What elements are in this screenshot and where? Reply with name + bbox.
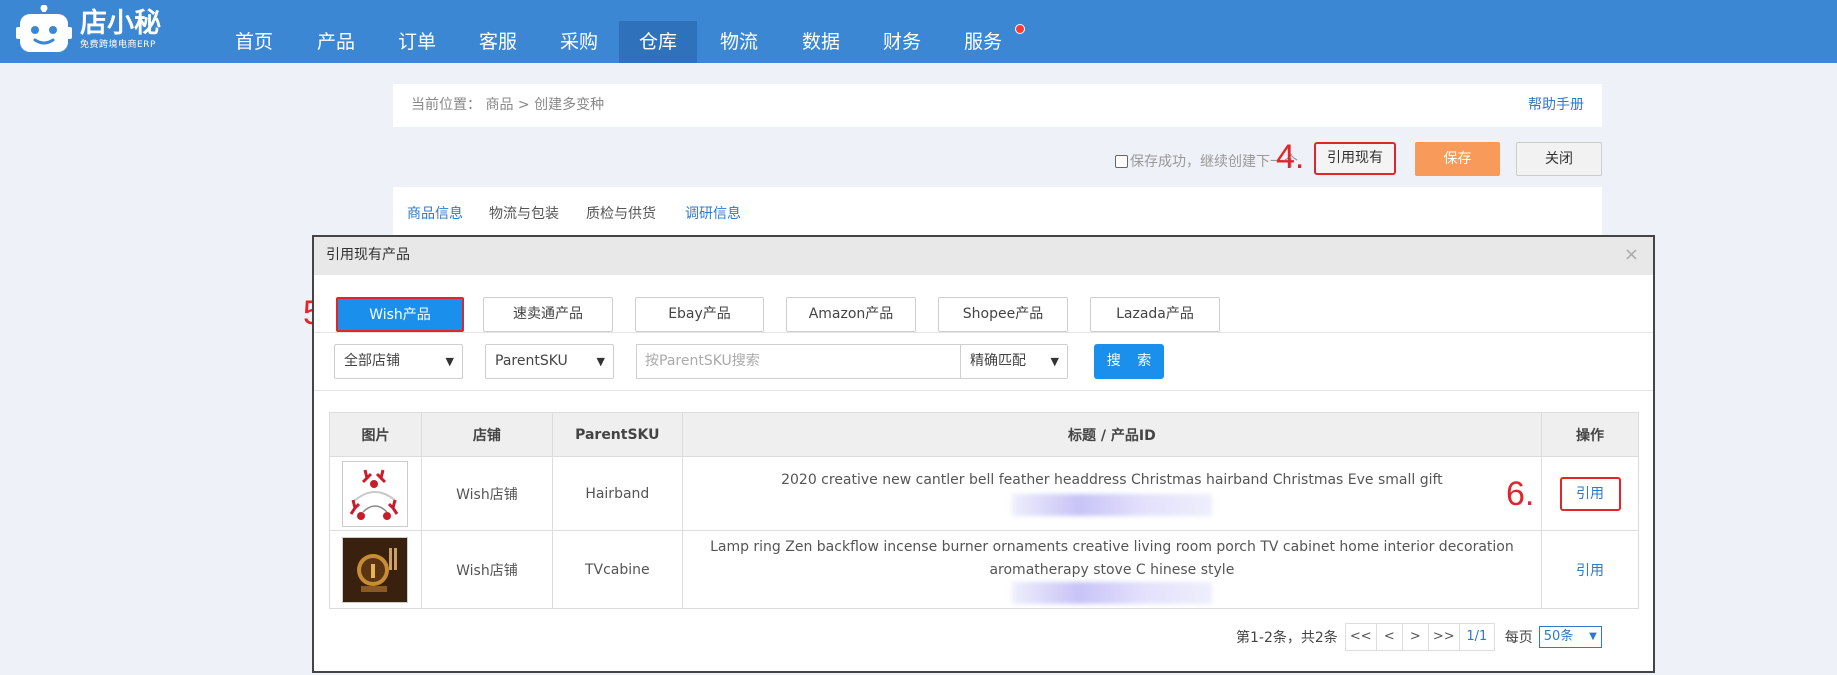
breadcrumb: 当前位置： 商品 > 创建多变种 帮助手册 — [393, 84, 1602, 127]
platform-tab-ebay[interactable]: Ebay产品 — [635, 297, 764, 332]
nav-data[interactable]: 数据 — [781, 21, 861, 63]
nav-logistics[interactable]: 物流 — [697, 21, 781, 63]
match-select[interactable]: 精确匹配 ▼ — [960, 344, 1068, 379]
redacted-product-id — [1011, 581, 1212, 604]
nav-purchasing[interactable]: 采购 — [539, 21, 619, 63]
tab-research-info[interactable]: 调研信息 — [685, 203, 741, 223]
search-input[interactable]: 按ParentSKU搜索 — [636, 344, 961, 379]
col-header-image: 图片 — [329, 412, 422, 457]
product-thumbnail-cell — [329, 456, 422, 531]
first-page-button[interactable]: << — [1344, 623, 1377, 651]
hairband-product-image[interactable] — [342, 460, 409, 527]
chevron-down-icon: ▼ — [596, 355, 605, 368]
nav-orders[interactable]: 订单 — [377, 21, 457, 63]
table-row: Wish店铺 TVcabine Lamp ring Zen backflow i… — [329, 530, 1639, 609]
main-nav: 首页 产品 订单 客服 采购 仓库 物流 数据 财务 服务 — [213, 21, 1025, 63]
divider — [314, 332, 1653, 333]
pagination: 第1-2条，共2条 << < > >> 1/1 每页 50条 ▼ — [1236, 622, 1602, 652]
col-header-title-id: 标题 / 产品ID — [681, 412, 1543, 457]
search-button[interactable]: 搜 索 — [1094, 344, 1164, 379]
cite-existing-product-dialog: 引用现有产品 × Wish产品 速卖通产品 Ebay产品 Amazon产品 Sh… — [312, 235, 1655, 673]
close-button[interactable]: 关闭 — [1516, 142, 1602, 176]
logo-title: 店小秘 — [80, 8, 161, 39]
next-page-button[interactable]: > — [1401, 623, 1429, 651]
action-row: 保存成功，继续创建下一个 4. 引用现有 保存 关闭 — [393, 138, 1602, 178]
cite-row-button[interactable]: 引用 — [1576, 563, 1604, 579]
save-button[interactable]: 保存 — [1415, 142, 1500, 176]
table-row: Wish店铺 Hairband 2020 creative new cantle… — [329, 456, 1639, 531]
step-4-annotation: 4. — [1276, 138, 1305, 176]
nav-customer-service[interactable]: 客服 — [457, 21, 539, 63]
cite-existing-button[interactable]: 引用现有 — [1314, 142, 1396, 175]
title-id-cell: Lamp ring Zen backflow incense burner or… — [681, 530, 1543, 609]
match-select-value: 精确匹配 — [970, 353, 1026, 369]
checkbox-icon[interactable] — [1115, 154, 1128, 168]
shop-cell: Wish店铺 — [420, 530, 553, 609]
chevron-down-icon: ▼ — [445, 355, 454, 368]
shop-select[interactable]: 全部店铺 ▼ — [334, 344, 463, 379]
product-thumbnail-cell — [329, 530, 422, 609]
dialog-title: 引用现有产品 — [326, 247, 410, 263]
step-6-annotation: 6. — [1506, 475, 1535, 513]
col-header-shop: 店铺 — [420, 412, 553, 457]
tab-product-info[interactable]: 商品信息 — [407, 203, 463, 223]
nav-services[interactable]: 服务 — [943, 21, 1025, 63]
redacted-product-id — [1011, 493, 1212, 516]
nav-finance[interactable]: 财务 — [861, 21, 943, 63]
col-header-parentsku: ParentSKU — [551, 412, 683, 457]
field-select[interactable]: ParentSKU ▼ — [485, 344, 614, 379]
per-page-label: 每页 — [1504, 630, 1533, 646]
parentsku-cell: TVcabine — [551, 530, 683, 609]
per-page-select[interactable]: 50条 ▼ — [1538, 626, 1602, 648]
notification-dot-icon — [1015, 24, 1025, 34]
shop-select-value: 全部店铺 — [344, 353, 400, 369]
dialog-header: 引用现有产品 × — [314, 237, 1653, 275]
tab-qc-supply[interactable]: 质检与供货 — [586, 203, 656, 223]
nav-products[interactable]: 产品 — [295, 21, 377, 63]
incense-burner-product-image[interactable] — [342, 536, 409, 603]
parentsku-cell: Hairband — [551, 456, 683, 531]
platform-tab-wish[interactable]: Wish产品 — [336, 297, 464, 332]
cite-row-button[interactable]: 引用 — [1559, 476, 1621, 511]
platform-tab-shopee[interactable]: Shopee产品 — [938, 297, 1068, 332]
nav-home[interactable]: 首页 — [213, 21, 295, 63]
page-tabs: 商品信息 物流与包装 质检与供货 调研信息 — [393, 187, 1602, 237]
continue-create-checkbox[interactable]: 保存成功，继续创建下一个 — [1115, 151, 1298, 171]
nav-warehouse[interactable]: 仓库 — [619, 21, 697, 63]
per-page-value: 50条 — [1543, 629, 1574, 644]
action-cell: 引用 — [1541, 530, 1639, 609]
breadcrumb-path[interactable]: 商品 > 创建多变种 — [485, 97, 604, 113]
robot-logo-icon — [16, 4, 72, 55]
platform-tab-amazon[interactable]: Amazon产品 — [786, 297, 916, 332]
continue-create-label: 保存成功，继续创建下一个 — [1130, 154, 1298, 170]
last-page-button[interactable]: >> — [1427, 623, 1460, 651]
nav-services-label: 服务 — [963, 31, 1002, 53]
chevron-down-icon: ▼ — [1050, 355, 1059, 368]
field-select-value: ParentSKU — [495, 353, 568, 369]
product-table: 图片 店铺 ParentSKU 标题 / 产品ID 操作 Wish店铺 Hair… — [329, 412, 1639, 609]
close-icon[interactable]: × — [1624, 237, 1639, 273]
platform-tab-lazada[interactable]: Lazada产品 — [1090, 297, 1220, 332]
prev-page-button[interactable]: < — [1375, 623, 1403, 651]
product-title: Lamp ring Zen backflow incense burner or… — [710, 538, 1514, 578]
platform-tab-aliexpress[interactable]: 速卖通产品 — [483, 297, 613, 332]
current-page: 1/1 — [1458, 623, 1495, 651]
divider — [314, 390, 1653, 391]
top-navbar: 店小秘 免费跨境电商ERP 首页 产品 订单 客服 采购 仓库 物流 数据 财务… — [0, 0, 1837, 63]
col-header-action: 操作 — [1541, 412, 1639, 457]
product-title: 2020 creative new cantler bell feather h… — [781, 471, 1443, 488]
pagination-summary: 第1-2条，共2条 — [1236, 630, 1338, 646]
chevron-down-icon: ▼ — [1589, 631, 1597, 642]
app-logo[interactable]: 店小秘 免费跨境电商ERP — [16, 4, 161, 55]
tab-logistics-packaging[interactable]: 物流与包装 — [489, 203, 559, 223]
help-manual-link[interactable]: 帮助手册 — [1528, 84, 1584, 127]
shop-cell: Wish店铺 — [420, 456, 553, 531]
breadcrumb-prefix: 当前位置： — [411, 97, 481, 113]
action-cell: 6. 引用 — [1506, 456, 1639, 531]
logo-subtitle: 免费跨境电商ERP — [80, 40, 156, 50]
title-id-cell: 2020 creative new cantler bell feather h… — [681, 456, 1543, 531]
